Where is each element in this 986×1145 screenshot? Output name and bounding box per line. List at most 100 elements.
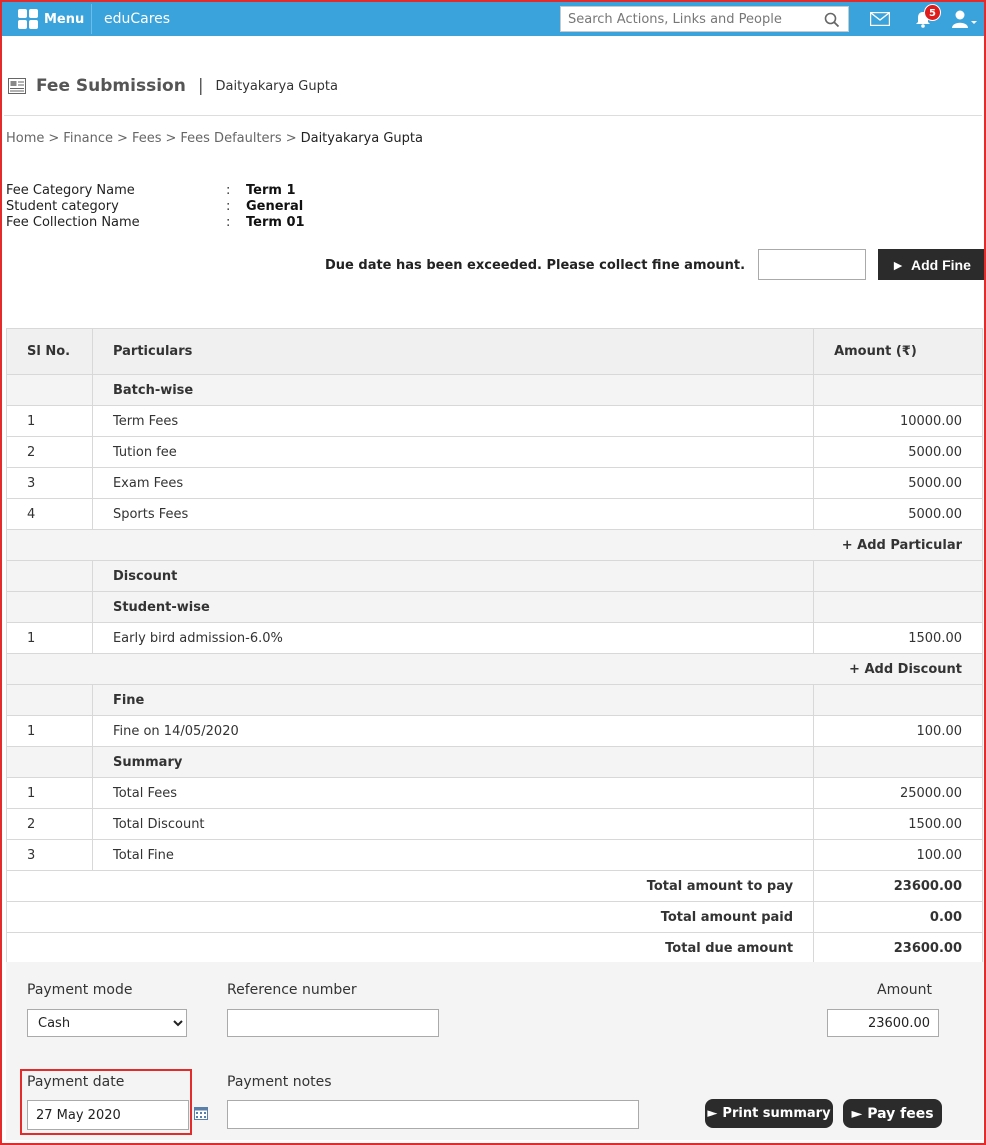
add-fine-button[interactable]: ► Add Fine (878, 249, 984, 280)
section-summary: Summary (91, 746, 815, 778)
row-particular: Total Fine (91, 839, 815, 871)
breadcrumb-fees[interactable]: Fees (132, 131, 162, 146)
payment-date-label: Payment date (27, 1074, 125, 1090)
info-key: Fee Collection Name (6, 215, 140, 230)
table-row: 2 Total Discount 1500.00 (6, 808, 983, 840)
row-amount: 100.00 (813, 839, 983, 871)
notification-badge: 5 (924, 4, 941, 21)
fine-amount-input[interactable] (758, 249, 866, 280)
add-fine-label: Add Fine (910, 256, 971, 273)
info-value: Term 1 (246, 183, 296, 198)
payment-date-input[interactable] (27, 1100, 189, 1130)
row-sl: 1 (6, 622, 93, 654)
info-value: Term 01 (246, 215, 305, 230)
topbar-divider (91, 4, 92, 34)
payment-mode-select[interactable]: Cash (27, 1009, 187, 1037)
row-particular: Sports Fees (91, 498, 815, 530)
table-row: 2 Tution fee 5000.00 (6, 436, 983, 468)
section-student-wise: Student-wise (91, 591, 815, 623)
reference-number-label: Reference number (227, 982, 357, 998)
row-particular: Total Discount (91, 808, 815, 840)
breadcrumb-separator: > (285, 131, 297, 146)
breadcrumb-separator: > (48, 131, 60, 146)
payment-notes-label: Payment notes (227, 1074, 332, 1090)
payment-notes-input[interactable] (227, 1100, 639, 1129)
play-arrow-icon: ► (851, 1105, 863, 1122)
row-amount: 5000.00 (813, 498, 983, 530)
section-batch-wise: Batch-wise (91, 374, 815, 406)
row-particular: Total Fees (91, 777, 815, 809)
info-row: Student category: General (6, 199, 305, 215)
total-row: Total amount paid 0.00 (5, 901, 983, 933)
pay-fees-button[interactable]: ► Pay fees (843, 1099, 942, 1128)
search-icon[interactable] (824, 12, 840, 28)
col-amount: Amount (₹) (813, 328, 983, 375)
info-colon: : (226, 215, 231, 230)
section-row: Fine (6, 684, 983, 716)
total-label: Total amount to pay (5, 870, 815, 902)
add-discount-row: + Add Discount (6, 653, 983, 685)
print-summary-button[interactable]: ► Print summary (705, 1099, 833, 1128)
add-particular-link[interactable]: + Add Particular (842, 538, 962, 553)
row-particular: Early bird admission-6.0% (91, 622, 815, 654)
breadcrumb-home[interactable]: Home (6, 131, 44, 146)
breadcrumb-separator: > (165, 131, 177, 146)
table-header-row: Sl No. Particulars Amount (₹) (6, 328, 983, 375)
search-box (560, 6, 849, 32)
header-divider (4, 115, 982, 116)
menu-label: Menu (44, 11, 85, 27)
info-key: Student category (6, 199, 119, 214)
table-row: 1 Term Fees 10000.00 (6, 405, 983, 437)
apps-grid-icon (18, 9, 38, 29)
row-amount-cell: 100.00× (813, 715, 983, 747)
reference-number-input[interactable] (227, 1009, 439, 1037)
fine-notice: Due date has been exceeded. Please colle… (325, 258, 746, 273)
table-row: 1 Early bird admission-6.0% 1500.00 (6, 622, 983, 654)
total-row: Total due amount 23600.00 (5, 932, 983, 964)
info-row: Fee Category Name: Term 1 (6, 183, 305, 199)
brand-link[interactable]: eduCares (104, 11, 170, 27)
add-discount-link[interactable]: + Add Discount (849, 662, 962, 677)
total-value: 0.00 (813, 901, 983, 933)
total-row: Total amount to pay 23600.00 (5, 870, 983, 902)
row-particular: Tution fee (91, 436, 815, 468)
total-value: 23600.00 (813, 870, 983, 902)
info-key: Fee Category Name (6, 183, 135, 198)
row-particular: Exam Fees (91, 467, 815, 499)
info-row: Fee Collection Name: Term 01 (6, 215, 305, 231)
row-amount: 100.00 (916, 723, 963, 739)
total-label: Total due amount (5, 932, 815, 964)
print-summary-label: Print summary (722, 1106, 831, 1121)
user-icon[interactable] (952, 10, 978, 28)
section-row: Summary (6, 746, 983, 778)
table-row: 1 Total Fees 25000.00 (6, 777, 983, 809)
top-navigation-bar: Menu eduCares 5 (2, 2, 984, 36)
row-sl: 2 (6, 808, 93, 840)
calendar-icon[interactable] (194, 1106, 208, 1120)
total-value: 23600.00 (813, 932, 983, 964)
row-amount: 1500.00 (813, 622, 983, 654)
search-input[interactable] (561, 7, 811, 31)
amount-input[interactable] (827, 1009, 939, 1037)
breadcrumb: Home > Finance > Fees > Fees Defaulters > Daitya… (6, 131, 423, 146)
mail-icon[interactable] (870, 12, 890, 26)
breadcrumb-finance[interactable]: Finance (63, 131, 113, 146)
pay-fees-label: Pay fees (867, 1105, 934, 1122)
row-amount: 1500.00 (813, 808, 983, 840)
section-row: Batch-wise (6, 374, 983, 406)
info-value: General (246, 199, 304, 214)
play-arrow-icon: ► (707, 1106, 718, 1121)
info-colon: : (226, 183, 231, 198)
amount-label: Amount (877, 982, 933, 998)
page-header: Fee Submission | Daityakarya Gupta (8, 76, 338, 96)
row-particular: Fine on 14/05/2020 (91, 715, 815, 747)
page-title: Fee Submission (36, 76, 186, 96)
student-name: Daityakarya Gupta (215, 78, 338, 94)
row-particular: Term Fees (91, 405, 815, 437)
col-sl-no: Sl No. (6, 328, 93, 375)
section-row: Student-wise (6, 591, 983, 623)
menu-button[interactable]: Menu (18, 9, 84, 29)
breadcrumb-current: Daityakarya Gupta (300, 131, 423, 146)
breadcrumb-fees-defaulters[interactable]: Fees Defaulters (180, 131, 281, 146)
row-sl: 1 (6, 715, 93, 747)
